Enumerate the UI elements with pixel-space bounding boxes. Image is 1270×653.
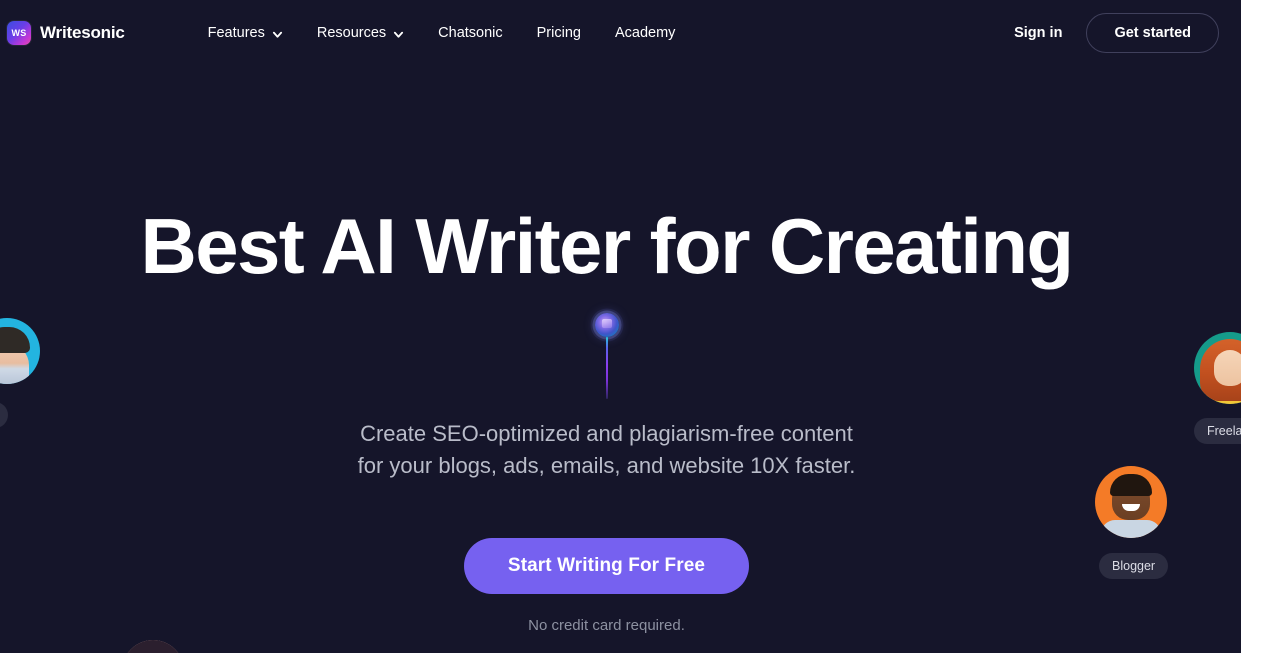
orb-inner-glyph-icon	[602, 319, 612, 328]
page-root: WS Writesonic Features Resources Chatson…	[0, 0, 1270, 653]
hero-subheading-line1: Create SEO-optimized and plagiarism-free…	[360, 421, 853, 446]
page-title: Best AI Writer for Creating	[140, 202, 1075, 290]
nav-item-academy-label: Academy	[614, 25, 676, 41]
avatar-hair	[126, 640, 180, 653]
chevron-down-icon	[272, 29, 283, 40]
avatar-hair	[1110, 474, 1152, 496]
nav-item-resources-label: Resources	[316, 25, 387, 41]
start-writing-button[interactable]: Start Writing For Free	[463, 538, 750, 594]
get-started-button[interactable]: Get started	[1086, 13, 1219, 53]
nav-links: Features Resources Chatsonic Pricing Aca…	[191, 17, 693, 49]
avatar-left	[0, 318, 40, 384]
avatar-hair	[0, 327, 30, 353]
nav-item-features-label: Features	[207, 25, 265, 41]
nav-item-academy[interactable]: Academy	[598, 17, 692, 49]
navbar: WS Writesonic Features Resources Chatson…	[0, 0, 1241, 66]
no-credit-card-note: No credit card required.	[528, 617, 685, 634]
nav-item-pricing-label: Pricing	[536, 25, 581, 41]
orb-tail-line	[606, 337, 609, 399]
writesonic-logo-icon: WS	[7, 21, 31, 45]
brand-name: Writesonic	[40, 23, 125, 42]
avatar-body	[1101, 520, 1161, 538]
nav-item-features[interactable]: Features	[191, 17, 300, 49]
nav-item-pricing[interactable]: Pricing	[520, 17, 598, 49]
nav-item-chatsonic[interactable]: Chatsonic	[421, 17, 519, 49]
avatar-blogger	[1095, 466, 1167, 538]
hero-section: WS Writesonic Features Resources Chatson…	[0, 0, 1241, 653]
logo-mark-text: WS	[11, 28, 27, 38]
hero-subheading: Create SEO-optimized and plagiarism-free…	[0, 418, 1213, 482]
nav-item-resources[interactable]: Resources	[300, 17, 421, 49]
chevron-down-icon	[393, 29, 404, 40]
nav-item-chatsonic-label: Chatsonic	[438, 25, 503, 41]
hero-subheading-line2: for your blogs, ads, emails, and website…	[357, 452, 856, 478]
sign-in-link[interactable]: Sign in	[1014, 25, 1062, 41]
brand-logo[interactable]: WS Writesonic	[7, 21, 125, 45]
orb-head-icon	[595, 313, 619, 337]
orb-cursor-icon	[595, 313, 619, 399]
avatar-blogger-label: Blogger	[1099, 553, 1169, 579]
right-white-strip	[1241, 0, 1270, 653]
avatar-bottom	[122, 640, 184, 653]
nav-actions: Sign in Get started	[1014, 13, 1219, 53]
cta-container: Start Writing For Free	[0, 538, 1213, 594]
